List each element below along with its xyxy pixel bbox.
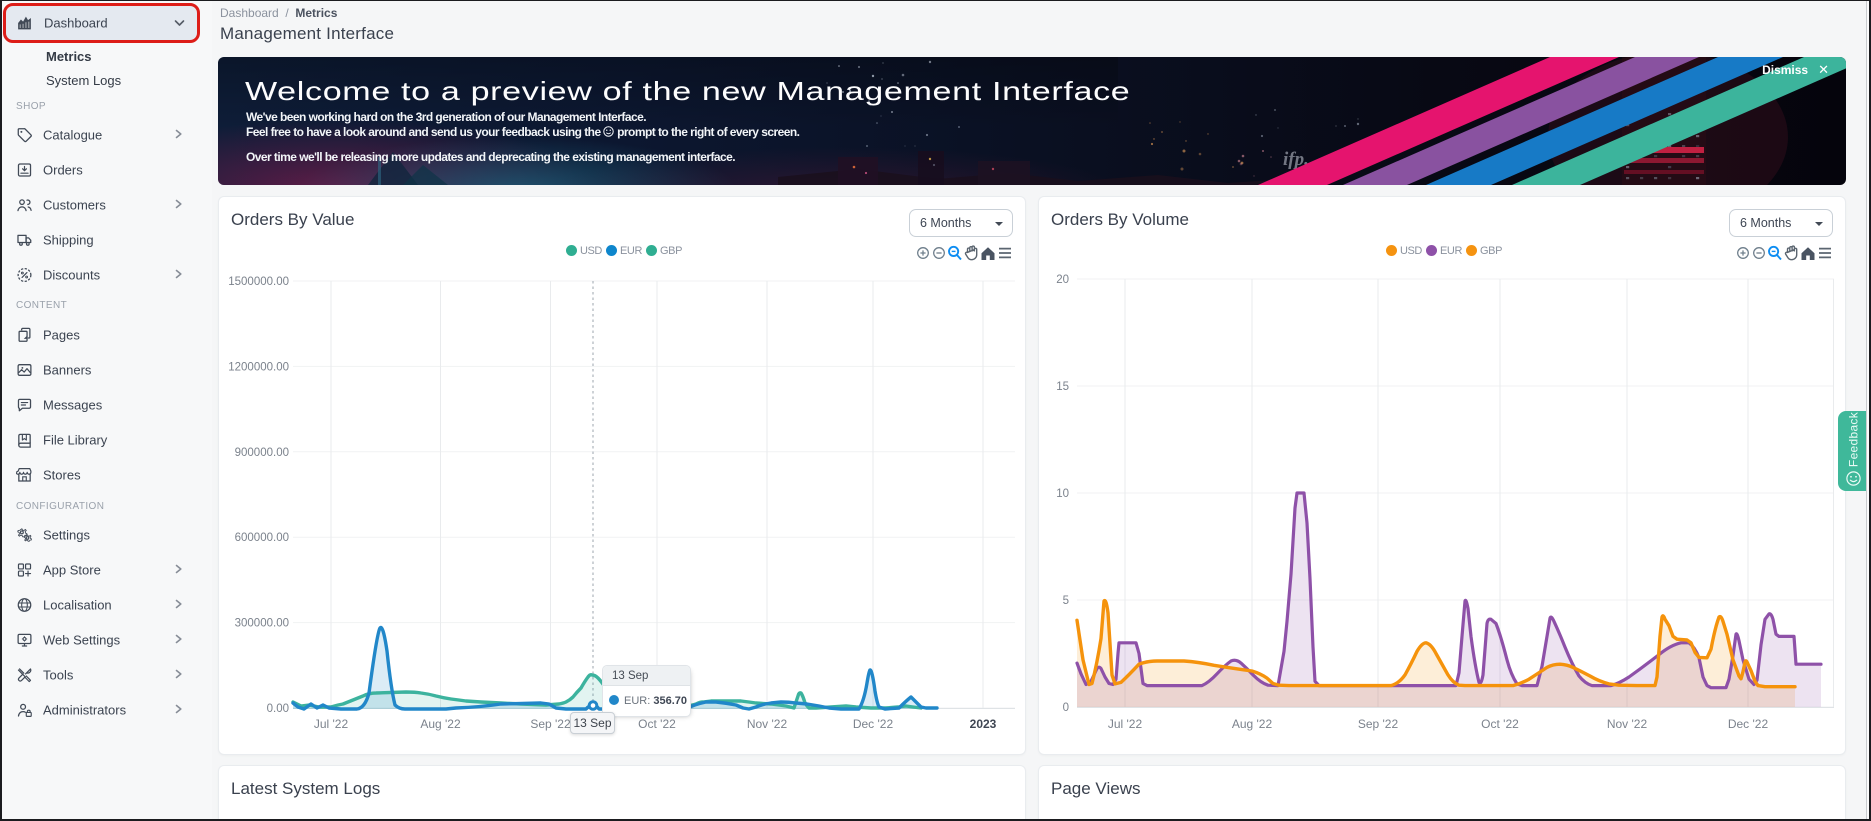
- svg-text:900000.00: 900000.00: [235, 447, 289, 459]
- svg-text:Dec '22: Dec '22: [853, 717, 894, 731]
- svg-text:1500000.00: 1500000.00: [228, 276, 289, 288]
- svg-text:300000.00: 300000.00: [235, 618, 289, 630]
- svg-text:20: 20: [1056, 274, 1069, 286]
- svg-text:15: 15: [1056, 381, 1069, 393]
- svg-text:5: 5: [1063, 595, 1069, 607]
- svg-text:Oct '22: Oct '22: [1481, 717, 1519, 731]
- svg-text:Jul '22: Jul '22: [1108, 717, 1143, 731]
- svg-text:Oct '22: Oct '22: [638, 717, 676, 731]
- svg-text:Aug '22: Aug '22: [1232, 717, 1273, 731]
- svg-text:Sep '22: Sep '22: [1358, 717, 1399, 731]
- svg-text:10: 10: [1056, 488, 1069, 500]
- svg-text:600000.00: 600000.00: [235, 532, 289, 544]
- svg-text:Sep '22: Sep '22: [530, 717, 571, 731]
- svg-text:Nov '22: Nov '22: [1607, 717, 1648, 731]
- svg-text:Nov '22: Nov '22: [747, 717, 788, 731]
- svg-text:Jul '22: Jul '22: [314, 717, 349, 731]
- svg-text:2023: 2023: [970, 717, 997, 731]
- svg-text:0.00: 0.00: [267, 703, 289, 715]
- svg-text:0: 0: [1063, 702, 1069, 714]
- svg-text:Dec '22: Dec '22: [1728, 717, 1769, 731]
- svg-text:Aug '22: Aug '22: [420, 717, 461, 731]
- svg-text:1200000.00: 1200000.00: [228, 361, 289, 373]
